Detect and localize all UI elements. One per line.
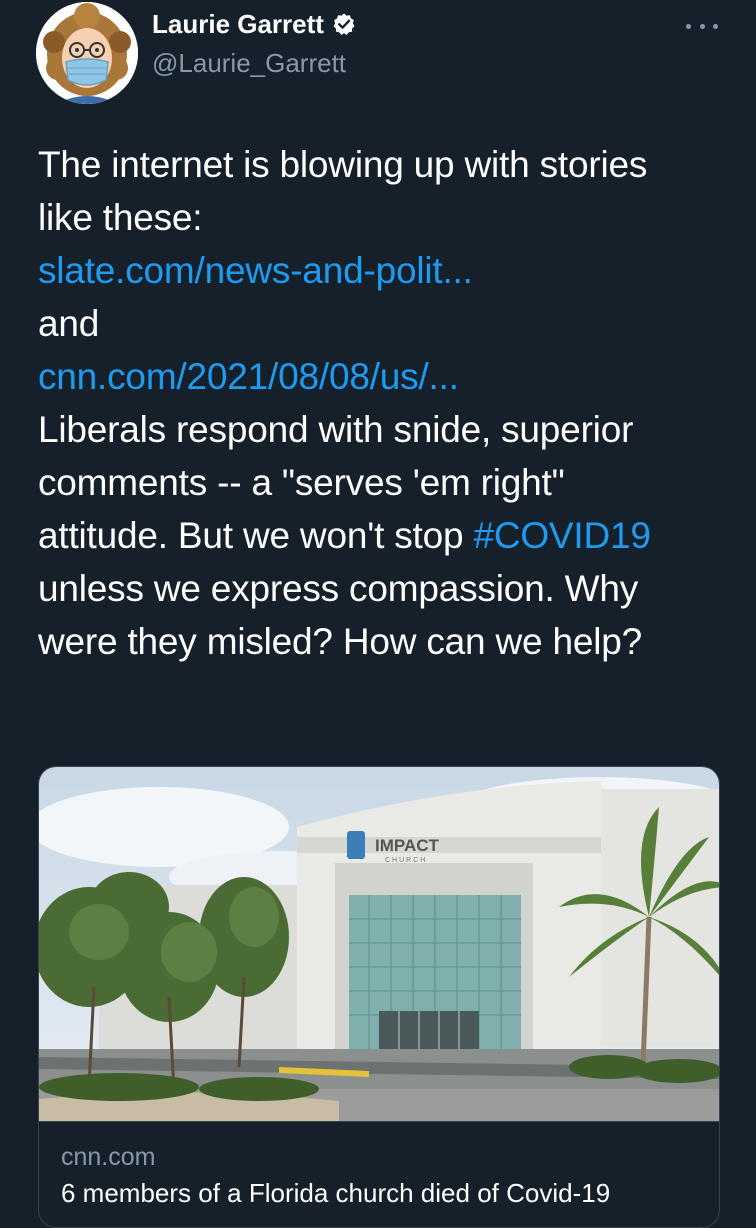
building-sign-text: IMPACT	[375, 836, 440, 855]
display-name[interactable]: Laurie Garrett	[152, 8, 324, 40]
handle[interactable]: @Laurie_Garrett	[152, 46, 356, 80]
card-meta: cnn.com 6 members of a Florida church di…	[39, 1121, 719, 1227]
tweet: Laurie Garrett @Laurie_Garrett The inter…	[0, 0, 756, 1228]
verified-badge-icon	[332, 12, 356, 36]
tweet-text-line: The internet is blowing up with stories	[38, 144, 648, 185]
cnn-link[interactable]: cnn.com/2021/08/08/us/...	[38, 356, 459, 397]
slate-link[interactable]: slate.com/news-and-polit...	[38, 250, 473, 291]
link-preview-card[interactable]: IMPACT CHURCH cnn.com 6 members of a Flo…	[38, 766, 720, 1228]
tweet-text: The internet is blowing up with stories …	[38, 138, 728, 668]
name-row: Laurie Garrett	[152, 8, 356, 40]
avatar[interactable]	[36, 2, 138, 104]
tweet-text-line: comments -- a "serves 'em right"	[38, 462, 565, 503]
card-title[interactable]: 6 members of a Florida church died of Co…	[61, 1176, 697, 1210]
more-dots-icon	[699, 23, 705, 29]
tweet-text-line: Liberals respond with snide, superior	[38, 409, 634, 450]
building-sign-subtext: CHURCH	[385, 857, 427, 864]
card-image: IMPACT CHURCH	[39, 767, 719, 1121]
avatar-illustration	[36, 2, 138, 104]
hashtag-link[interactable]: #COVID19	[473, 515, 651, 556]
tweet-text-line: and	[38, 303, 100, 344]
tweet-text-line: were they misled? How can we help?	[38, 621, 643, 662]
tweet-text-line: unless we express compassion. Why	[38, 568, 639, 609]
more-dots-icon	[686, 23, 691, 29]
more-options-button[interactable]	[686, 18, 718, 34]
tweet-text-line: like these:	[38, 197, 203, 238]
tweet-text-segment: attitude. But we won't stop	[38, 515, 474, 556]
author-block: Laurie Garrett @Laurie_Garrett	[152, 8, 356, 80]
card-domain: cnn.com	[61, 1143, 156, 1171]
more-dots-icon	[713, 23, 718, 29]
